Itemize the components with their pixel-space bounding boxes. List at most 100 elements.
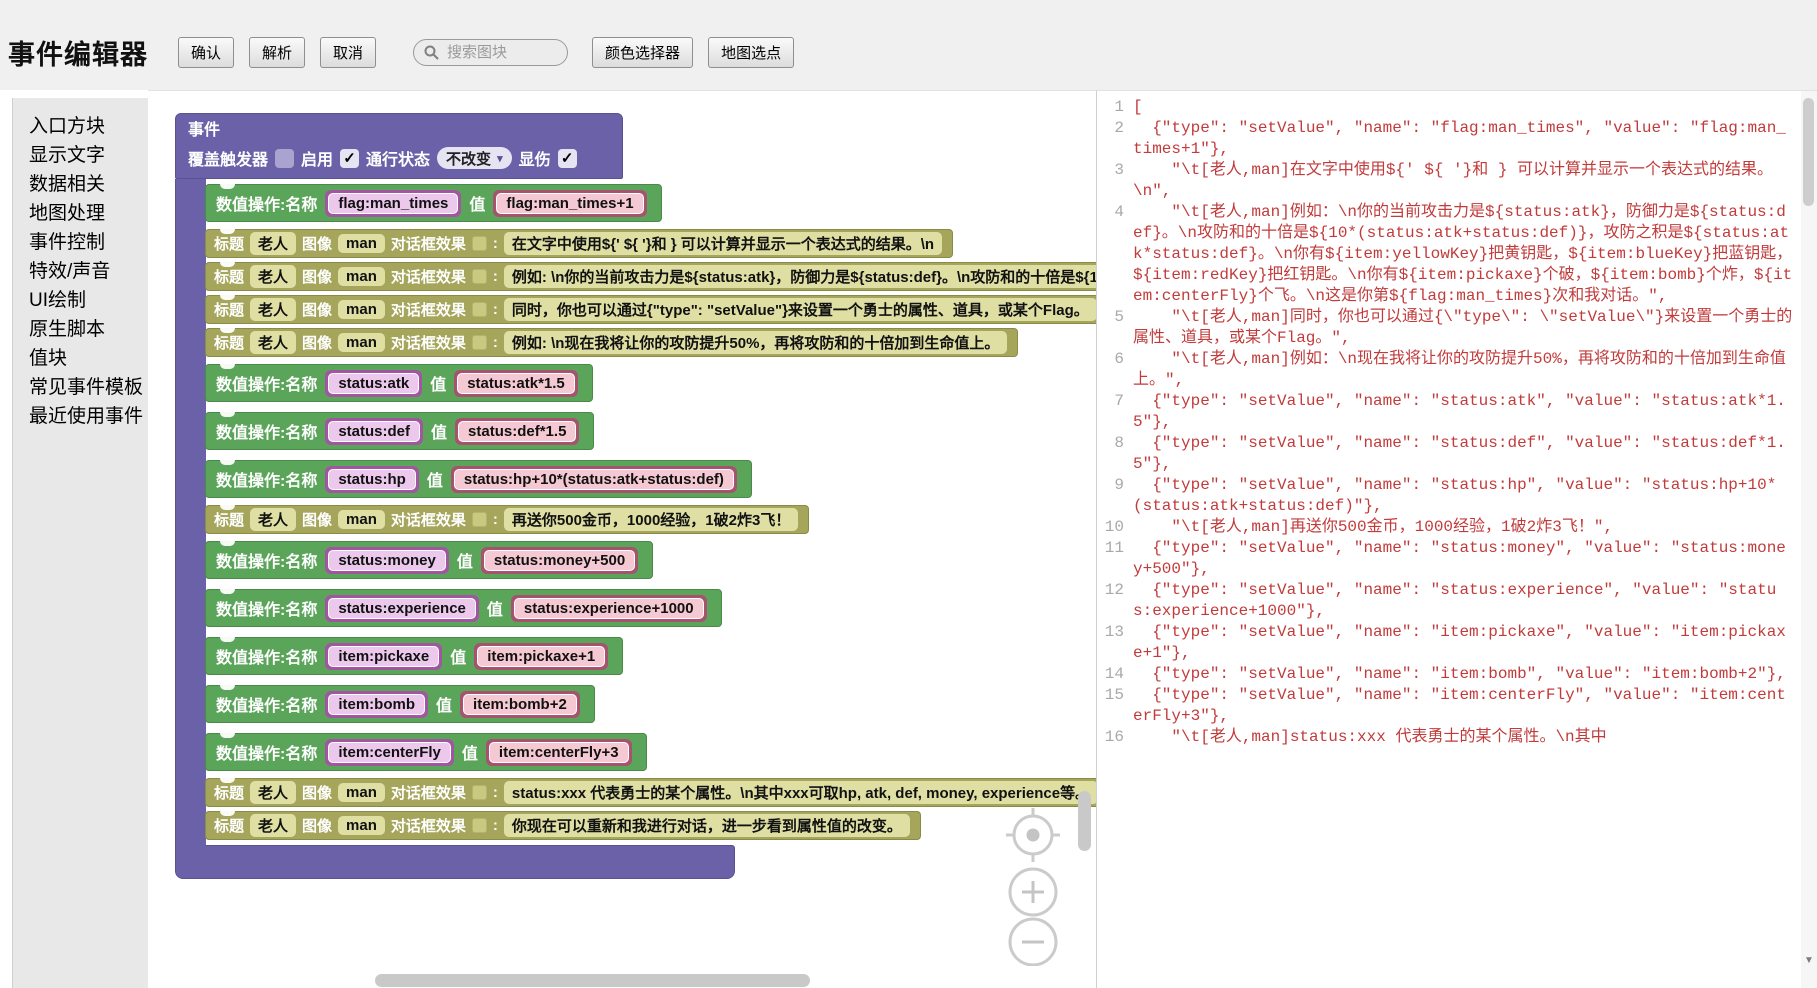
variable-name-field[interactable]: item:bomb <box>325 691 428 718</box>
set-value-block[interactable]: 数值操作:名称 status:money 值 status:money+500 <box>205 541 653 579</box>
scroll-down-arrow-icon[interactable]: ▼ <box>1804 955 1814 966</box>
sidebar-category-item[interactable]: 地图处理 <box>29 199 148 228</box>
dialog-effect-checkbox[interactable] <box>472 785 487 800</box>
code-editor[interactable]: 1 [ 2 {"type": "setValue", "name": "flag… <box>1096 90 1817 988</box>
code-scrollbar[interactable]: ▼ <box>1801 91 1817 988</box>
canvas-vertical-scrollbar[interactable] <box>1078 791 1091 851</box>
code-text[interactable]: {"type": "setValue", "name": "item:picka… <box>1133 622 1817 664</box>
dialog-effect-checkbox[interactable] <box>472 302 487 317</box>
blockly-canvas[interactable]: 事件 覆盖触发器 启用 ✓ 通行状态 不改变 ▾ 显伤 ✓ <box>148 90 1096 988</box>
code-text[interactable]: {"type": "setValue", "name": "item:cente… <box>1133 685 1817 727</box>
dialog-text-field[interactable]: status:xxx 代表勇士的某个属性。\n其中xxx可取hp, atk, d… <box>504 781 1096 804</box>
code-text[interactable]: "\t[老人,man]例如：\n现在我将让你的攻防提升50%，再将攻防和的十倍加… <box>1133 349 1817 391</box>
speaker-field[interactable]: 老人 <box>250 331 296 354</box>
variable-name-field[interactable]: status:def <box>325 418 423 445</box>
image-field[interactable]: man <box>338 300 385 319</box>
value-expression-field[interactable]: status:hp+10*(status:atk+status:def) <box>451 466 737 493</box>
dialog-title-block[interactable]: 标题 老人 图像 man 对话框效果 : 你现在可以重新和我进行对话，进一步看到… <box>205 811 921 840</box>
dialog-text-field[interactable]: 在文字中使用${' ${ '}和 } 可以计算并显示一个表达式的结果。\n <box>504 232 942 255</box>
dialog-effect-checkbox[interactable] <box>472 236 487 251</box>
set-value-block[interactable]: 数值操作:名称 status:hp 值 status:hp+10*(status… <box>205 460 752 498</box>
value-expression-field[interactable]: status:money+500 <box>481 547 638 574</box>
speaker-field[interactable]: 老人 <box>250 508 296 531</box>
code-text[interactable]: {"type": "setValue", "name": "status:hp"… <box>1133 475 1817 517</box>
color-picker-button[interactable]: 颜色选择器 <box>592 37 693 68</box>
variable-name-field[interactable]: status:money <box>325 547 449 574</box>
value-expression-field[interactable]: item:centerFly+3 <box>486 739 632 766</box>
code-text[interactable]: [ <box>1133 97 1817 118</box>
variable-name-field[interactable]: flag:man_times <box>325 190 461 217</box>
confirm-button[interactable]: 确认 <box>178 37 234 68</box>
code-text[interactable]: "\t[老人,man]status:xxx 代表勇士的某个属性。\n其中 <box>1133 727 1817 748</box>
value-expression-field[interactable]: status:atk*1.5 <box>454 370 578 397</box>
image-field[interactable]: man <box>338 816 385 835</box>
sidebar-category-item[interactable]: 特效/声音 <box>29 257 148 286</box>
map-select-button[interactable]: 地图选点 <box>708 37 794 68</box>
speaker-field[interactable]: 老人 <box>250 781 296 804</box>
image-field[interactable]: man <box>338 783 385 802</box>
code-scrollbar-thumb[interactable] <box>1803 98 1814 206</box>
zoom-in-button[interactable] <box>1010 869 1056 915</box>
dialog-effect-checkbox[interactable] <box>472 269 487 284</box>
zoom-reset-button[interactable] <box>1006 808 1060 862</box>
sidebar-category-item[interactable]: 事件控制 <box>29 228 148 257</box>
sidebar-category-item[interactable]: 原生脚本 <box>29 315 148 344</box>
event-block-header[interactable]: 事件 覆盖触发器 启用 ✓ 通行状态 不改变 ▾ 显伤 ✓ <box>175 113 623 179</box>
image-field[interactable]: man <box>338 510 385 529</box>
value-expression-field[interactable]: status:def*1.5 <box>455 418 579 445</box>
code-text[interactable]: "\t[老人,man]同时，你也可以通过{\"type\": \"setValu… <box>1133 307 1817 349</box>
dialog-title-block[interactable]: 标题 老人 图像 man 对话框效果 : 例如: \n你的当前攻击力是${sta… <box>205 262 1096 291</box>
speaker-field[interactable]: 老人 <box>250 814 296 837</box>
code-text[interactable]: {"type": "setValue", "name": "status:mon… <box>1133 538 1817 580</box>
sidebar-category-item[interactable]: 值块 <box>29 344 148 373</box>
dialog-title-block[interactable]: 标题 老人 图像 man 对话框效果 : status:xxx 代表勇士的某个属… <box>205 778 1096 807</box>
search-box[interactable] <box>413 39 568 66</box>
dialog-effect-checkbox[interactable] <box>472 335 487 350</box>
code-text[interactable]: {"type": "setValue", "name": "flag:man_t… <box>1133 118 1817 160</box>
enable-checkbox[interactable]: ✓ <box>340 149 359 168</box>
variable-name-field[interactable]: status:experience <box>325 595 479 622</box>
event-block[interactable]: 事件 覆盖触发器 启用 ✓ 通行状态 不改变 ▾ 显伤 ✓ <box>175 113 1096 879</box>
pass-state-dropdown[interactable]: 不改变 ▾ <box>437 147 512 169</box>
image-field[interactable]: man <box>338 234 385 253</box>
dialog-text-field[interactable]: 例如: \n你的当前攻击力是${status:atk}，防御力是${status… <box>504 265 1096 288</box>
search-input[interactable] <box>445 43 555 62</box>
value-expression-field[interactable]: flag:man_times+1 <box>493 190 646 217</box>
parse-button[interactable]: 解析 <box>249 37 305 68</box>
dialog-title-block[interactable]: 标题 老人 图像 man 对话框效果 : 同时，你也可以通过{"type": "… <box>205 295 1096 324</box>
code-text[interactable]: {"type": "setValue", "name": "status:def… <box>1133 433 1817 475</box>
dialog-effect-checkbox[interactable] <box>472 818 487 833</box>
cancel-button[interactable]: 取消 <box>320 37 376 68</box>
set-value-block[interactable]: 数值操作:名称 item:centerFly 值 item:centerFly+… <box>205 733 647 771</box>
override-trigger-checkbox[interactable] <box>275 149 294 168</box>
variable-name-field[interactable]: status:atk <box>325 370 422 397</box>
canvas-horizontal-scrollbar[interactable] <box>375 974 810 987</box>
zoom-out-button[interactable] <box>1010 919 1056 965</box>
dialog-text-field[interactable]: 同时，你也可以通过{"type": "setValue"}来设置一个勇士的属性、… <box>504 298 1096 321</box>
dialog-text-field[interactable]: 例如: \n现在我将让你的攻防提升50%，再将攻防和的十倍加到生命值上。 <box>504 331 1008 354</box>
code-text[interactable]: {"type": "setValue", "name": "item:bomb"… <box>1133 664 1817 685</box>
sidebar-category-item[interactable]: UI绘制 <box>29 286 148 315</box>
speaker-field[interactable]: 老人 <box>250 298 296 321</box>
speaker-field[interactable]: 老人 <box>250 265 296 288</box>
dialog-title-block[interactable]: 标题 老人 图像 man 对话框效果 : 再送你500金币，1000经验，1破2… <box>205 505 809 534</box>
variable-name-field[interactable]: status:hp <box>325 466 419 493</box>
sidebar-category-item[interactable]: 入口方块 <box>29 112 148 141</box>
image-field[interactable]: man <box>338 267 385 286</box>
set-value-block[interactable]: 数值操作:名称 status:def 值 status:def*1.5 <box>205 412 594 450</box>
set-value-block[interactable]: 数值操作:名称 status:experience 值 status:exper… <box>205 589 722 627</box>
image-field[interactable]: man <box>338 333 385 352</box>
code-text[interactable]: {"type": "setValue", "name": "status:atk… <box>1133 391 1817 433</box>
code-text[interactable]: "\t[老人,man]再送你500金币，1000经验，1破2炸3飞！", <box>1133 517 1817 538</box>
dialog-effect-checkbox[interactable] <box>472 512 487 527</box>
sidebar-category-item[interactable]: 常见事件模板 <box>29 373 148 402</box>
set-value-block[interactable]: 数值操作:名称 item:pickaxe 值 item:pickaxe+1 <box>205 637 623 675</box>
code-text[interactable]: {"type": "setValue", "name": "status:exp… <box>1133 580 1817 622</box>
code-text[interactable]: "\t[老人,man]例如：\n你的当前攻击力是${status:atk}，防御… <box>1133 202 1817 307</box>
dialog-text-field[interactable]: 再送你500金币，1000经验，1破2炸3飞！ <box>504 508 798 531</box>
variable-name-field[interactable]: item:pickaxe <box>325 643 442 670</box>
set-value-block[interactable]: 数值操作:名称 flag:man_times 值 flag:man_times+… <box>205 184 662 222</box>
speaker-field[interactable]: 老人 <box>250 232 296 255</box>
code-text[interactable]: "\t[老人,man]在文字中使用${' ${ '}和 } 可以计算并显示一个表… <box>1133 160 1817 202</box>
value-expression-field[interactable]: item:bomb+2 <box>460 691 580 718</box>
